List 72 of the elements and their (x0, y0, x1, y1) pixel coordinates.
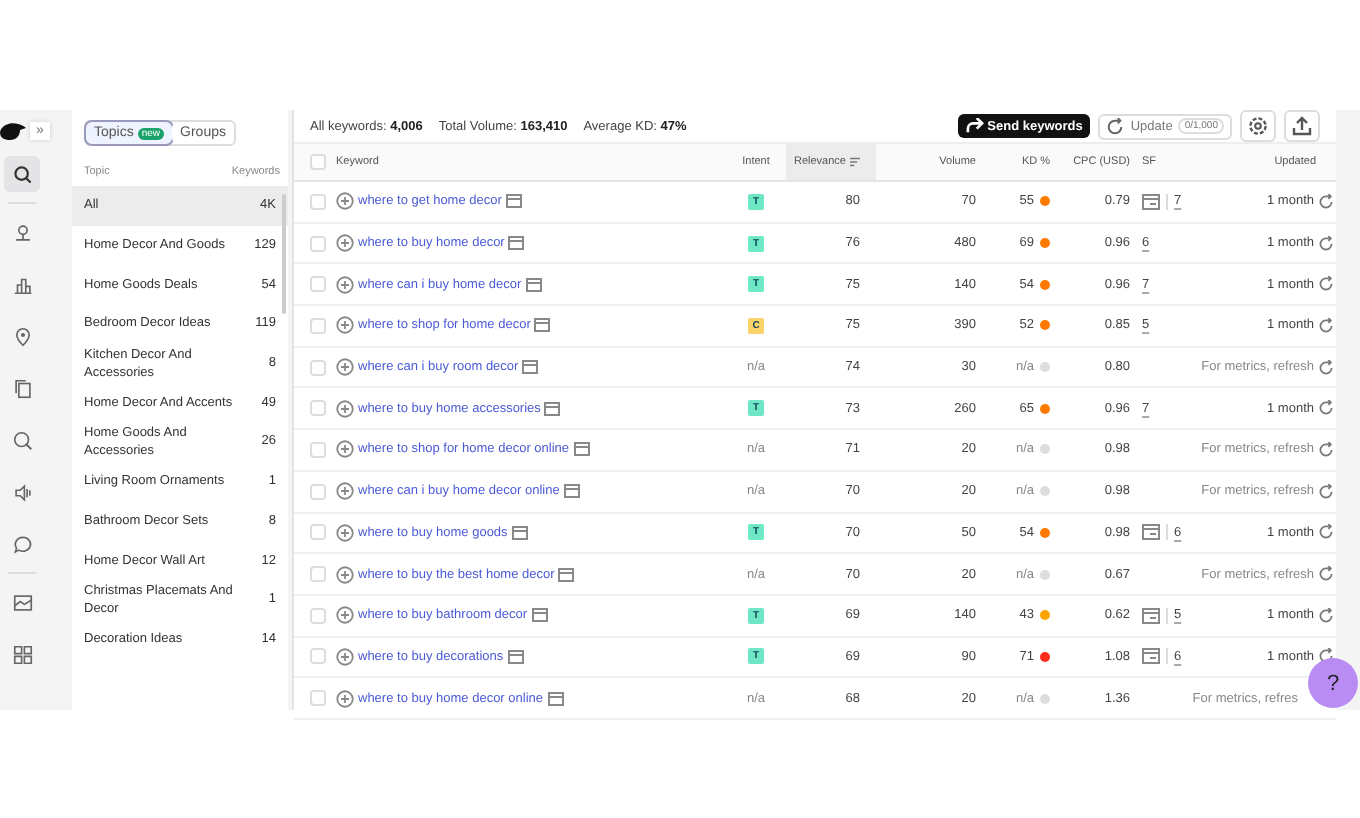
add-icon[interactable] (336, 192, 354, 211)
add-icon[interactable] (336, 358, 354, 377)
speaker-icon (11, 481, 33, 503)
sidebar-item[interactable] (4, 156, 40, 192)
add-icon[interactable] (336, 440, 354, 459)
refresh-icon[interactable] (1318, 607, 1334, 624)
checkbox[interactable] (310, 317, 326, 334)
checkbox[interactable] (310, 276, 326, 293)
serp-icon[interactable] (511, 525, 528, 540)
checkbox[interactable] (310, 400, 326, 417)
add-icon[interactable] (336, 316, 354, 335)
checkbox[interactable] (310, 607, 326, 624)
sort-icon (850, 156, 860, 168)
add-icon[interactable] (336, 565, 354, 584)
share-arrow-icon (965, 118, 984, 134)
pin-icon (11, 221, 33, 243)
add-icon[interactable] (336, 647, 354, 666)
serp-icon[interactable] (508, 236, 525, 251)
copy-icon (11, 377, 33, 399)
add-icon[interactable] (336, 399, 354, 418)
keyword-search-icon (11, 163, 33, 185)
refresh-icon[interactable] (1318, 441, 1334, 458)
checkbox[interactable] (310, 193, 326, 210)
refresh-icon[interactable] (1318, 524, 1334, 541)
serp-icon[interactable] (507, 649, 524, 664)
add-icon[interactable] (336, 482, 354, 501)
grid-icon (11, 643, 33, 665)
refresh-icon[interactable] (1318, 193, 1334, 210)
settings-button[interactable] (1240, 110, 1276, 142)
checkbox[interactable] (310, 441, 326, 458)
checkbox[interactable] (310, 690, 326, 707)
serp-icon[interactable] (563, 484, 580, 499)
serp-icon[interactable] (558, 567, 575, 582)
chat-icon (11, 533, 33, 555)
image-icon (11, 591, 33, 613)
refresh-icon[interactable] (1318, 400, 1334, 417)
refresh-icon[interactable] (1318, 276, 1334, 293)
add-icon[interactable] (336, 689, 354, 708)
serp-icon[interactable] (573, 442, 590, 457)
refresh-icon[interactable] (1318, 359, 1334, 376)
refresh-icon[interactable] (1318, 483, 1334, 500)
search-icon (11, 429, 33, 451)
bar-chart-icon (11, 273, 33, 295)
serp-icon[interactable] (505, 194, 522, 209)
serp-icon[interactable] (534, 318, 551, 333)
checkbox[interactable] (310, 359, 326, 376)
checkbox[interactable] (310, 154, 326, 170)
serp-icon[interactable] (547, 691, 564, 706)
serp-icon[interactable] (531, 608, 548, 623)
settings-icon (1248, 116, 1268, 136)
export-button[interactable] (1284, 110, 1320, 142)
add-icon[interactable] (336, 234, 354, 253)
refresh-icon[interactable] (1318, 317, 1334, 334)
add-icon[interactable] (336, 275, 354, 294)
checkbox[interactable] (310, 483, 326, 500)
location-icon (11, 325, 33, 347)
checkbox[interactable] (310, 648, 326, 665)
add-icon[interactable] (336, 523, 354, 542)
upload-icon (1292, 116, 1312, 136)
add-icon[interactable] (336, 606, 354, 625)
serp-icon[interactable] (522, 360, 539, 375)
help-button[interactable]: ? (1308, 658, 1358, 708)
serp-icon[interactable] (525, 277, 542, 292)
serp-icon[interactable] (544, 401, 561, 416)
logo-icon (0, 122, 26, 140)
scrollbar[interactable] (282, 194, 286, 314)
refresh-icon[interactable] (1318, 235, 1334, 252)
checkbox[interactable] (310, 235, 326, 252)
checkbox[interactable] (310, 566, 326, 583)
checkbox[interactable] (310, 524, 326, 541)
refresh-icon (1106, 117, 1125, 135)
refresh-icon[interactable] (1318, 566, 1334, 583)
